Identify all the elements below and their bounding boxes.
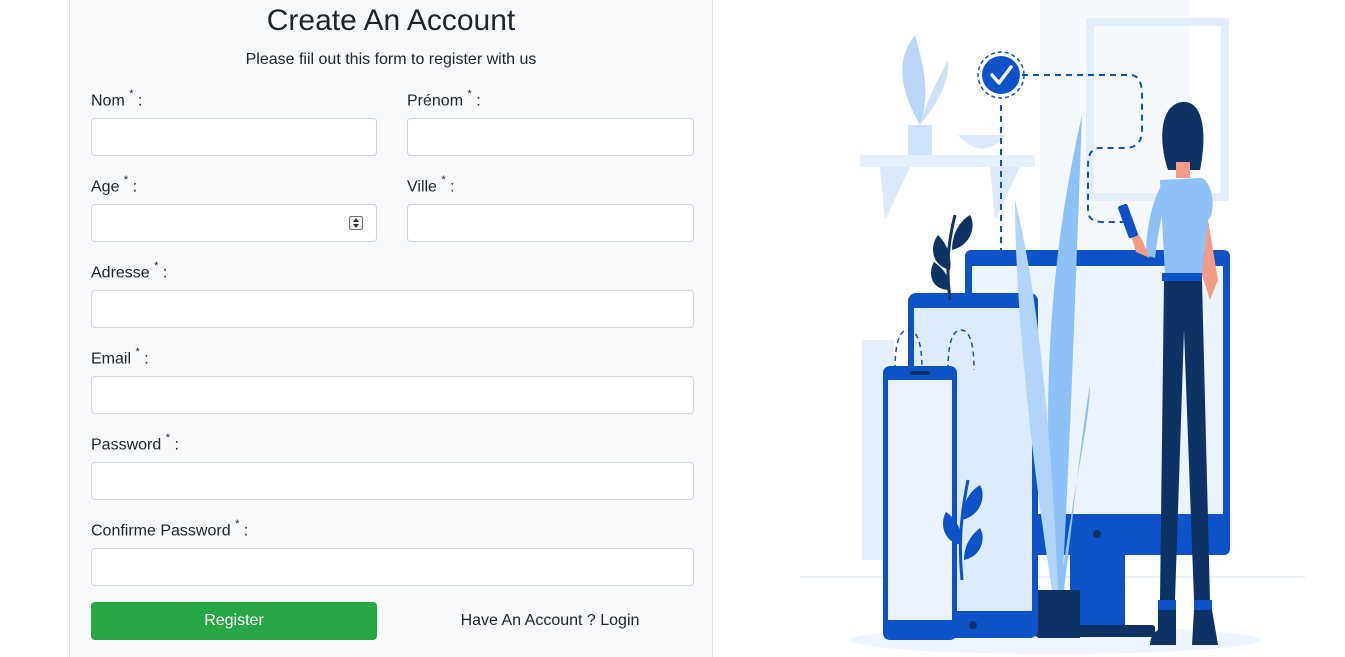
required-marker: * <box>165 432 170 444</box>
shelf-bracket <box>880 167 910 220</box>
prenom-label-text: Prénom <box>407 92 464 110</box>
age-label-text: Age <box>91 178 120 196</box>
required-marker: * <box>235 518 240 530</box>
required-marker: * <box>154 260 159 272</box>
email-input[interactable] <box>91 376 694 414</box>
woman-sock <box>1158 600 1176 610</box>
adresse-input[interactable] <box>91 290 694 328</box>
password-label-text: Password <box>91 436 162 454</box>
tablet-button <box>969 621 977 629</box>
woman-sock <box>1194 600 1212 610</box>
plant-pot-dark <box>1038 590 1080 638</box>
number-spinner-icon[interactable] <box>349 216 363 230</box>
registration-form: Create An Account Please fiil out this f… <box>69 0 713 657</box>
phone-speaker <box>910 371 930 375</box>
shelf-plant <box>902 35 926 125</box>
required-marker: * <box>123 174 129 186</box>
prenom-label: Prénom * : <box>407 88 481 110</box>
email-label-text: Email <box>91 350 132 368</box>
plant-pot <box>908 125 932 155</box>
age-label: Age * : <box>91 174 138 196</box>
adresse-label-text: Adresse <box>91 264 150 282</box>
required-marker: * <box>441 174 446 186</box>
nom-label-text: Nom <box>91 92 125 110</box>
phone-screen <box>888 380 952 620</box>
required-marker: * <box>135 346 140 358</box>
label-colon: : <box>243 522 249 540</box>
prenom-input[interactable] <box>407 118 694 156</box>
bowl <box>958 135 1006 149</box>
label-colon: : <box>450 178 455 196</box>
registration-illustration-icon <box>800 0 1305 654</box>
confirm-password-label: Confirme Password * : <box>91 518 249 540</box>
monitor-button <box>1093 530 1101 538</box>
age-input[interactable] <box>91 204 377 242</box>
shelf <box>860 155 1035 167</box>
nom-input[interactable] <box>91 118 377 156</box>
ville-label-text: Ville <box>407 178 437 196</box>
page-title: Create An Account <box>266 4 516 37</box>
form-subtitle: Please fiil out this form to register wi… <box>245 51 537 68</box>
confirm-password-label-text: Confirme Password <box>91 522 231 540</box>
woman-shoe <box>1192 610 1218 645</box>
label-colon: : <box>132 178 138 196</box>
label-colon: : <box>476 92 481 110</box>
ville-input[interactable] <box>407 204 694 242</box>
adresse-label: Adresse * : <box>91 260 168 282</box>
check-badge <box>982 56 1020 94</box>
register-button[interactable]: Register <box>91 602 377 640</box>
nom-label: Nom * : <box>91 88 143 110</box>
required-marker: * <box>129 88 134 100</box>
woman-belt <box>1162 273 1202 281</box>
required-marker: * <box>467 88 472 100</box>
email-label: Email * : <box>91 346 149 368</box>
label-colon: : <box>144 350 149 368</box>
woman-hair <box>1162 101 1204 170</box>
label-colon: : <box>162 264 168 282</box>
confirm-password-input[interactable] <box>91 548 694 586</box>
label-colon: : <box>174 436 179 454</box>
password-input[interactable] <box>91 462 694 500</box>
woman-neck <box>1176 162 1190 178</box>
ville-label: Ville * : <box>407 174 455 196</box>
password-label: Password * : <box>91 432 179 454</box>
login-link[interactable]: Have An Account ? Login <box>407 602 693 640</box>
label-colon: : <box>137 92 143 110</box>
